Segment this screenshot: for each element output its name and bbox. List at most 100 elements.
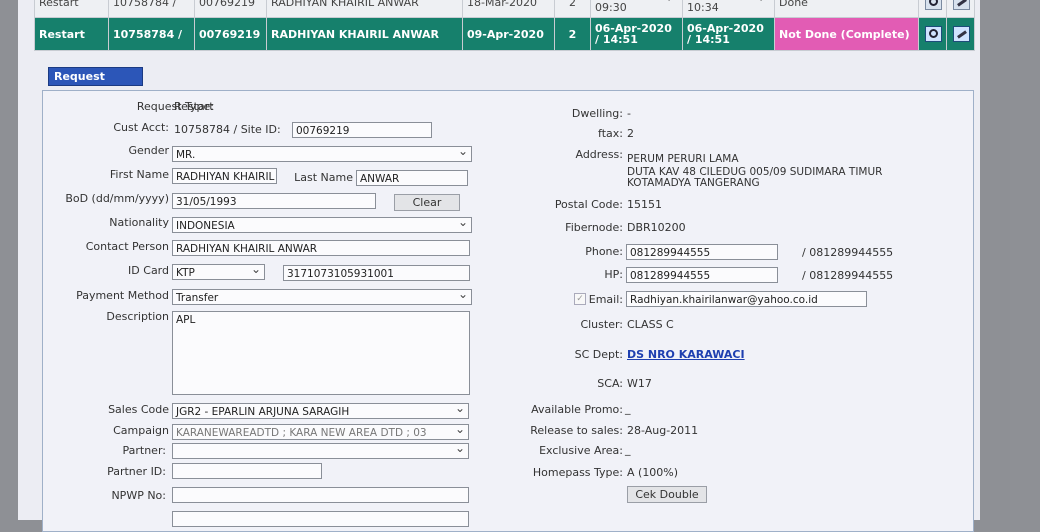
nationality-label: Nationality	[109, 216, 169, 229]
magnifier-icon[interactable]	[925, 26, 942, 42]
release-label: Release to sales:	[530, 424, 623, 437]
fibernode-value: DBR10200	[627, 221, 686, 234]
cell-edit[interactable]	[946, 17, 975, 51]
ftax-label: ftax:	[598, 127, 623, 140]
payment-method-select[interactable]: Transfer	[172, 289, 472, 305]
cell-cust-acct: 10758784 /	[108, 0, 195, 18]
homepass-type-value: A (100%)	[627, 466, 679, 479]
cell-end: 06-Apr-2020 / 14:51	[682, 17, 775, 51]
address-line-1: PERUM PERURI LAMA	[627, 153, 739, 165]
cell-name: RADHIYAN KHAIRIL ANWAR	[266, 17, 463, 51]
npwp-label: NPWP No:	[111, 489, 166, 502]
fibernode-label: Fibernode:	[565, 221, 623, 234]
campaign-label: Campaign	[113, 424, 169, 437]
hp-label: HP:	[604, 268, 623, 281]
email-field[interactable]: Radhiyan.khairilanwar@yahoo.co.id	[626, 291, 867, 307]
homepass-type-label: Homepass Type:	[532, 466, 623, 479]
sc-dept-link[interactable]: DS NRO KARAWACI	[627, 348, 745, 361]
gender-label: Gender	[128, 144, 169, 157]
id-card-label: ID Card	[128, 264, 169, 277]
cell-view[interactable]	[918, 0, 947, 18]
extra-field[interactable]	[172, 511, 469, 527]
status-badge: Not Done (Complete)	[774, 17, 919, 51]
edit-icon[interactable]	[953, 26, 970, 42]
sca-value: W17	[627, 377, 652, 390]
ftax-value: 2	[627, 127, 634, 140]
id-card-type-select[interactable]: KTP	[172, 264, 265, 280]
partner-select[interactable]	[172, 443, 469, 459]
site-id-field[interactable]: 00769219	[292, 122, 432, 138]
hp-alt-value: / 081289944555	[802, 269, 894, 282]
dwelling-value: -	[627, 107, 631, 120]
phone-field[interactable]: 081289944555	[626, 244, 778, 260]
address-label: Address:	[575, 148, 623, 161]
email-label: Email:	[588, 293, 623, 306]
cell-start: 06-Apr-2020 / 14:51	[590, 17, 683, 51]
postal-code-value: 15151	[627, 198, 662, 211]
clear-button[interactable]: Clear	[394, 194, 460, 211]
cell-action: Restart	[34, 17, 109, 51]
table-row-selected[interactable]: Restart 10758784 / 00769219 RADHIYAN KHA…	[34, 17, 975, 51]
bod-label: BoD (dd/mm/yyyy)	[65, 192, 169, 205]
contact-person-field[interactable]: RADHIYAN KHAIRIL ANWAR	[172, 240, 470, 256]
last-name-field[interactable]: ANWAR	[356, 170, 468, 186]
postal-code-label: Postal Code:	[554, 198, 623, 211]
partner-label: Partner:	[122, 444, 167, 457]
cell-date: 09-Apr-2020	[462, 17, 555, 51]
magnifier-icon[interactable]	[925, 0, 942, 10]
cell-start: 17-Mar-2020 / 09:30	[590, 0, 683, 18]
sales-code-select[interactable]: JGR2 - EPARLIN ARJUNA SARAGIH	[172, 403, 469, 419]
cek-double-button[interactable]: Cek Double	[627, 486, 707, 503]
request-history-table: Restart 10758784 / 00769219 RADHIYAN KHA…	[34, 0, 975, 51]
campaign-select[interactable]: KARANEWAREADTD ; KARA NEW AREA DTD ; 03	[172, 424, 469, 440]
sales-code-label: Sales Code	[108, 403, 169, 416]
request-type-value: Restart	[174, 100, 214, 113]
cell-view[interactable]	[918, 17, 947, 51]
release-value: 28-Aug-2011	[627, 424, 699, 437]
gender-select[interactable]: MR.	[172, 146, 472, 162]
id-card-number-field[interactable]: 3171073105931001	[283, 265, 470, 281]
exclusive-area-label: Exclusive Area:	[539, 444, 623, 457]
cell-count: 2	[554, 17, 591, 51]
phone-label: Phone:	[585, 245, 623, 258]
first-name-field[interactable]: RADHIYAN KHAIRIL	[172, 168, 277, 184]
cell-site-id: 00769219	[194, 17, 267, 51]
cell-cust-acct: 10758784 /	[108, 17, 195, 51]
bod-field[interactable]: 31/05/1993	[172, 193, 376, 209]
address-line-3: KOTAMADYA TANGERANG	[627, 177, 760, 189]
cust-acct-value: 10758784 / Site ID:	[174, 123, 281, 136]
cell-end: 17-Mar-2020 / 10:34	[682, 0, 775, 18]
cell-date: 18-Mar-2020	[462, 0, 555, 18]
cell-site-id: 00769219	[194, 0, 267, 18]
partner-id-field[interactable]	[172, 463, 322, 479]
edit-icon[interactable]	[953, 0, 970, 10]
dwelling-label: Dwelling:	[571, 107, 623, 120]
partner-id-label: Partner ID:	[107, 465, 166, 478]
cluster-label: Cluster:	[580, 318, 623, 331]
page-sheet: Restart 10758784 / 00769219 RADHIYAN KHA…	[18, 0, 980, 532]
cell-name: RADHIYAN KHAIRIL ANWAR	[266, 0, 463, 18]
cell-count: 2	[554, 0, 591, 18]
cell-status: Done	[774, 0, 919, 18]
npwp-field[interactable]	[172, 487, 469, 503]
nationality-select[interactable]: INDONESIA	[172, 217, 472, 233]
sc-dept-label: SC Dept:	[574, 348, 623, 361]
sca-label: SCA:	[597, 377, 623, 390]
description-textarea[interactable]: APL	[172, 311, 470, 395]
contact-person-label: Contact Person	[85, 240, 169, 253]
request-tab[interactable]: Request	[48, 67, 143, 86]
cust-acct-label: Cust Acct:	[113, 121, 169, 134]
exclusive-area-value: _	[625, 443, 631, 456]
phone-alt-value: / 081289944555	[802, 246, 894, 259]
payment-method-label: Payment Method	[76, 289, 169, 302]
cell-action: Restart	[34, 0, 109, 18]
available-promo-value: _	[625, 402, 631, 415]
table-row[interactable]: Restart 10758784 / 00769219 RADHIYAN KHA…	[34, 0, 975, 18]
available-promo-label: Available Promo:	[531, 403, 623, 416]
cluster-value: CLASS C	[627, 318, 674, 331]
hp-field[interactable]: 081289944555	[626, 267, 778, 283]
first-name-label: First Name	[109, 168, 169, 181]
cell-edit[interactable]	[946, 0, 975, 18]
last-name-label: Last Name	[294, 171, 353, 184]
description-label: Description	[106, 310, 169, 323]
